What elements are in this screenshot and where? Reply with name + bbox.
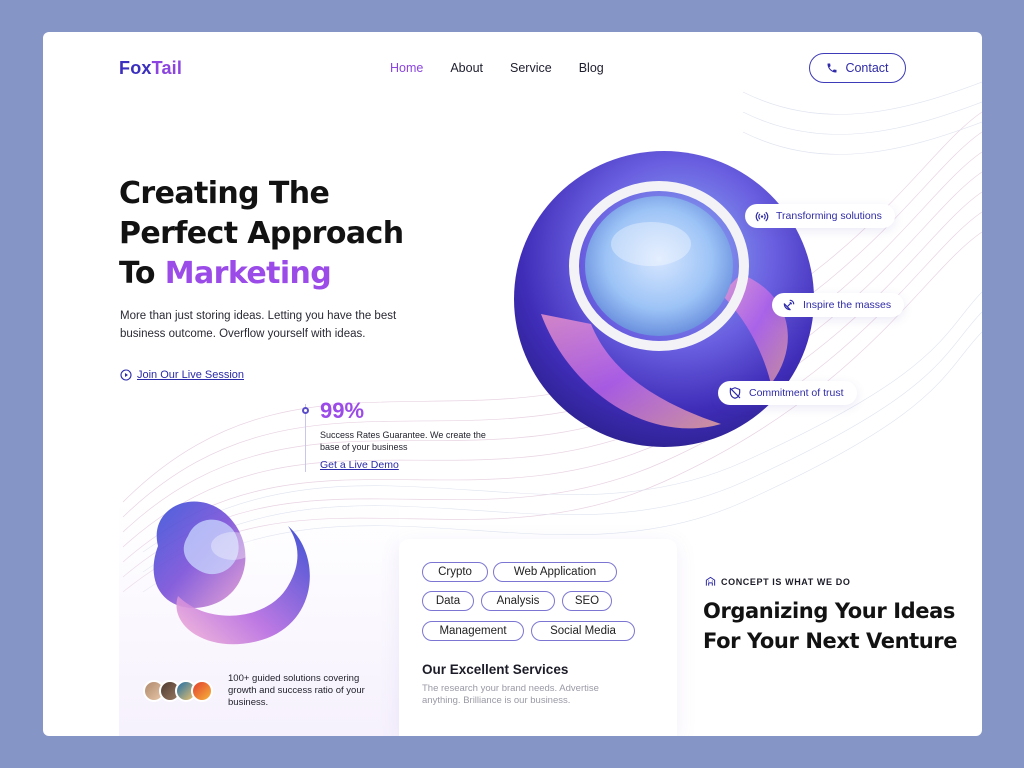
service-tag[interactable]: Crypto: [422, 562, 488, 582]
avatar-group: [143, 680, 213, 702]
brand-logo[interactable]: FoxTail: [119, 58, 182, 79]
hero-line-1: Creating The: [119, 176, 330, 211]
service-tag[interactable]: Data: [422, 591, 474, 611]
hero-highlight: Marketing: [164, 256, 332, 291]
avatar: [191, 680, 213, 702]
live-demo-link[interactable]: Get a Live Demo: [320, 459, 399, 471]
social-proof-text: 100+ guided solutions covering growth an…: [228, 673, 365, 708]
join-live-session-label: Join Our Live Session: [137, 369, 244, 381]
contact-button[interactable]: Contact: [809, 53, 906, 83]
nav-item-service[interactable]: Service: [510, 61, 552, 75]
feature-label: Inspire the masses: [803, 299, 892, 311]
stat-marker: [302, 407, 309, 414]
twisted-glass-illustration: [153, 501, 310, 645]
feature-label: Transforming solutions: [776, 210, 882, 222]
service-tag[interactable]: Web Application: [493, 562, 617, 582]
nav-item-blog[interactable]: Blog: [579, 61, 604, 75]
services-card: Crypto Web Application Data Analysis SEO…: [399, 539, 677, 736]
nav-item-home[interactable]: Home: [390, 61, 423, 75]
shield-off-icon: [729, 387, 741, 399]
feature-label: Commitment of trust: [749, 387, 844, 399]
service-tag[interactable]: Social Media: [531, 621, 635, 641]
service-tag[interactable]: Analysis: [481, 591, 555, 611]
satellite-dish-icon: [783, 299, 795, 311]
feature-pill-commitment: Commitment of trust: [718, 381, 857, 405]
hero-line-2: Perfect Approach: [119, 216, 404, 251]
service-tag[interactable]: SEO: [562, 591, 612, 611]
service-tag[interactable]: Management: [422, 621, 524, 641]
hero-heading: Creating The Perfect Approach To Marketi…: [119, 174, 404, 294]
play-circle-icon: [120, 369, 132, 381]
landing-page: FoxTail Home About Service Blog Contact …: [43, 32, 982, 736]
hero-line-3: To Marketing: [119, 254, 403, 294]
hero-line-3-prefix: To: [119, 256, 165, 291]
feature-pill-inspire: Inspire the masses: [772, 293, 905, 317]
services-title: Our Excellent Services: [422, 662, 569, 677]
services-description: The research your brand needs. Advertise…: [422, 683, 599, 706]
hero-description: More than just storing ideas. Letting yo…: [120, 310, 397, 340]
contact-label: Contact: [845, 61, 889, 75]
feature-pill-transforming: Transforming solutions: [745, 204, 895, 228]
join-live-session-link[interactable]: Join Our Live Session: [120, 369, 244, 381]
nav-item-about[interactable]: About: [450, 61, 483, 75]
concept-heading: Organizing Your Ideas For Your Next Vent…: [703, 599, 958, 653]
stat-divider: [305, 404, 306, 472]
signal-icon: [755, 211, 769, 222]
concept-eyebrow-text: CONCEPT IS WHAT WE DO: [721, 576, 851, 587]
main-nav: Home About Service Blog: [390, 61, 604, 75]
logo-part-2: Tail: [151, 58, 183, 78]
phone-icon: [827, 63, 837, 73]
concept-eyebrow: CONCEPT IS WHAT WE DO: [705, 576, 850, 587]
logo-part-1: Fox: [119, 58, 152, 78]
building-icon: [705, 576, 716, 586]
stat-text: Success Rates Guarantee. We create the b…: [320, 430, 486, 452]
stat-value: 99%: [320, 398, 365, 423]
